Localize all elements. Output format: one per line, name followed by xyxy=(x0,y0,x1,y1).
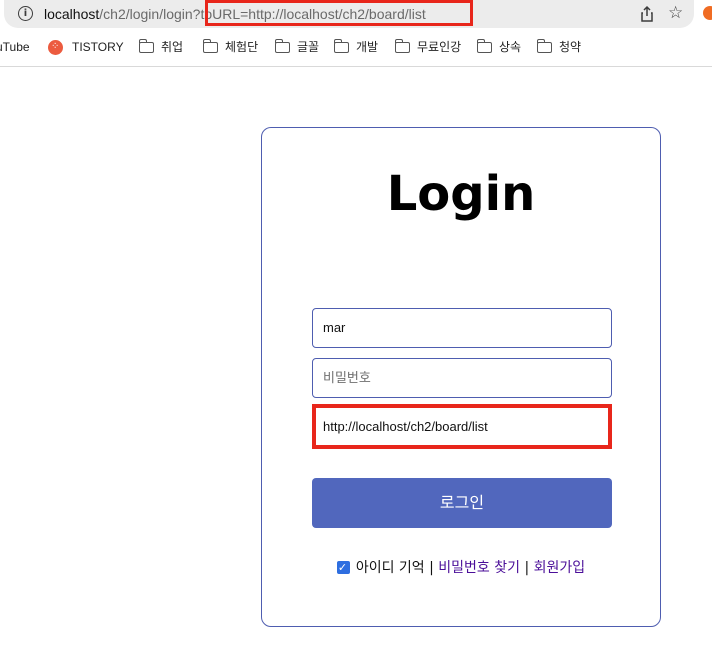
login-options: 아이디 기억 | 비밀번호 찾기 | 회원가입 xyxy=(262,556,660,580)
bookmark-tistory[interactable]: TISTORY xyxy=(48,36,124,58)
password-input[interactable]: 비밀번호 xyxy=(312,358,612,398)
to-url-input[interactable]: http://localhost/ch2/board/list xyxy=(312,407,612,447)
folder-icon xyxy=(477,38,492,53)
bookmark-folder-dev[interactable]: 개발 xyxy=(334,36,378,58)
url-highlight-box xyxy=(205,0,473,26)
folder-icon xyxy=(537,38,552,53)
info-icon[interactable]: i xyxy=(18,6,33,21)
signup-link[interactable]: 회원가입 xyxy=(534,560,586,576)
bookmark-label: uTube xyxy=(0,40,30,54)
bookmark-label: 글꼴 xyxy=(297,40,320,54)
separator: | xyxy=(524,560,530,576)
bookmark-youtube[interactable]: uTube xyxy=(0,36,30,58)
folder-icon xyxy=(275,38,290,53)
url-host: localhost xyxy=(44,6,100,22)
find-password-link[interactable]: 비밀번호 찾기 xyxy=(438,560,520,576)
id-input[interactable]: mar xyxy=(312,308,612,348)
bookmark-folder-subscription[interactable]: 청약 xyxy=(537,36,581,58)
folder-icon xyxy=(139,38,154,53)
folder-icon xyxy=(334,38,349,53)
bookmark-folder-fonts[interactable]: 글꼴 xyxy=(275,36,319,58)
separator: | xyxy=(429,560,434,576)
bookmark-folder-free-lectures[interactable]: 무료인강 xyxy=(395,36,461,58)
bookmark-folder-inheritance[interactable]: 상속 xyxy=(477,36,521,58)
bookmark-label: 개발 xyxy=(356,40,379,54)
share-icon[interactable] xyxy=(638,5,656,23)
tistory-icon xyxy=(48,36,63,58)
bookmark-label: 취업 xyxy=(161,40,184,54)
folder-icon xyxy=(395,38,410,53)
login-card: Login mar 비밀번호 http://localhost/ch2/boar… xyxy=(261,127,661,627)
browser-chrome: i localhost/ch2/login/login?toURL=http:/… xyxy=(0,0,712,67)
remember-id-label[interactable]: 아이디 기억 xyxy=(356,560,425,576)
page-title: Login xyxy=(386,166,536,222)
remember-id-checkbox[interactable] xyxy=(336,556,350,580)
bookmark-star-icon[interactable]: ☆ xyxy=(668,3,683,23)
extension-icon[interactable] xyxy=(703,6,712,20)
bookmark-folder-jobs[interactable]: 취업 xyxy=(139,36,183,58)
bookmark-label: TISTORY xyxy=(72,40,124,54)
bookmark-label: 상속 xyxy=(499,40,522,54)
login-button[interactable]: 로그인 xyxy=(312,478,612,528)
bookmark-folder-experience[interactable]: 체험단 xyxy=(203,36,258,58)
bookmark-label: 청약 xyxy=(559,40,582,54)
bookmark-label: 무료인강 xyxy=(417,40,462,54)
bookmark-label: 체험단 xyxy=(225,40,259,54)
folder-icon xyxy=(203,38,218,53)
